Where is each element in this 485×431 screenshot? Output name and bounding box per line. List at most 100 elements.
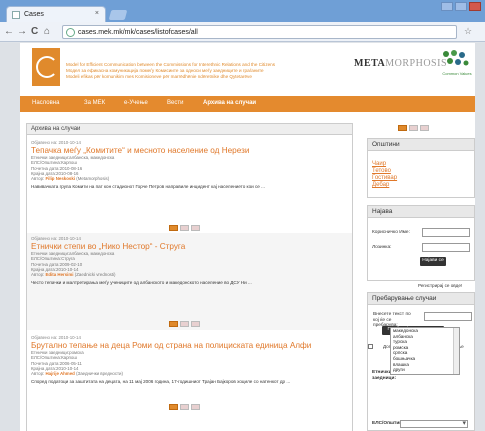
case-author-line: Автор: Filip Neskoski (Metamorphosis) [31,176,348,181]
case-pager [169,225,200,231]
browser-tab-bar: Cases × [0,0,485,22]
case-author-org: (Заеднички вредности) [76,371,123,377]
mek-logo[interactable] [32,48,60,86]
case-author-line: Автор: Edita Hersimi (Zaednicki vrednost… [31,272,348,277]
case-author-line: Автор: Hajrije Ahmed (Заеднички вредност… [31,371,348,376]
page: Model for Efficient Communication betwee… [0,43,485,431]
case-description: Често тепачки и малтретирања меѓу учениц… [31,280,252,286]
municipality-link[interactable]: Дебар [368,182,474,189]
case-date: Објавено на: 2010-10-14 [31,140,81,145]
main-content: Архива на случаи Објавено на: 2010-10-14… [20,112,475,431]
archive-heading: Архива на случаи [27,124,352,135]
municipality-link[interactable]: Чаир [368,161,474,168]
site-banner: Model for Efficient Communication betwee… [20,43,475,96]
metamorphosis-logo[interactable]: METAMORPHOSIS [354,58,447,69]
case-title[interactable]: Етнички степи во „Нико Нестор“ - Струга [31,242,348,251]
menu-elearning[interactable]: е-Учење [124,100,148,106]
case-author-org: (Metamorphosis) [76,176,110,182]
case-item: Објавено на: 2010-10-14 Брутално тепање … [27,332,352,427]
forward-arrow-icon[interactable]: → [17,26,27,37]
main-menu: Насловна За МЕК е-Учење Вести Архива на … [20,96,475,112]
case-author-label: Автор: [31,176,45,182]
ethnic-communities-listbox[interactable]: македонска албанска турска ромска српска… [390,327,460,375]
case-item: Објавено на: 2010-10-14 Етнички степи во… [27,233,352,330]
new-tab-button[interactable] [108,10,128,20]
back-arrow-icon[interactable]: ← [4,26,14,37]
page-dot[interactable] [420,125,429,131]
case-author[interactable]: Edita Hersimi [45,272,73,277]
home-icon[interactable]: ⌂ [44,26,50,37]
site-tagline: Model for Efficient Communication betwee… [66,62,346,80]
password-input[interactable] [422,243,470,252]
case-author-label: Автор: [31,371,45,377]
page-dot[interactable] [180,321,189,327]
case-meta: Етнички заедници:албанска, македонска ЕЛ… [31,155,348,181]
page-dot[interactable] [191,321,200,327]
close-icon[interactable]: × [95,10,99,17]
page-dot[interactable] [191,404,200,410]
case-title[interactable]: Тепачка меѓу „Комитите“ и месното населе… [31,146,348,155]
page-dot[interactable] [409,125,418,131]
page-dot[interactable] [180,404,189,410]
url-input[interactable]: cases.mek.mk/mk/cases/listofcases/all [62,25,457,39]
case-author[interactable]: Filip Neskoski [45,176,75,181]
bookmark-star-icon[interactable]: ☆ [464,26,472,37]
globe-icon [66,28,75,37]
tagline-sq: Modeli efikas për komunikim mes Komision… [66,74,252,79]
search-input[interactable] [424,312,472,321]
register-link[interactable]: Регистрирај се овде! [418,283,462,288]
login-box: Најава Корисничко Име: Лозинка: Најави с… [367,205,475,281]
menu-case-archive[interactable]: Архива на случаи [203,100,256,106]
case-description: Според податоци за заштитата на децата, … [31,379,291,385]
username-label: Корисничко Име: [372,230,410,235]
case-author[interactable]: Hajrije Ahmed [45,371,74,376]
browser-tab[interactable]: Cases × [6,6,106,22]
listbox-scrollbar[interactable] [453,328,459,374]
case-author-org: (Zaednicki vrednosti) [74,272,116,278]
case-item: Објавено на: 2010-10-14 Тепачка меѓу „Ко… [27,137,352,232]
municipality-select[interactable] [400,419,468,428]
address-toolbar: ← → C ⌂ cases.mek.mk/mk/cases/listofcase… [0,22,485,42]
case-author-label: Автор: [31,272,45,278]
municipalities-heading: Општини [368,139,474,151]
municipality-list: Чаир Тетово Гостивар Дебар [368,151,474,189]
maximize-button[interactable] [455,2,467,11]
minimize-button[interactable] [441,2,453,11]
page-dot[interactable] [191,225,200,231]
menu-news[interactable]: Вести [167,100,183,106]
page-dot-active[interactable] [169,404,178,410]
municipality-link[interactable]: Тетово [368,168,474,175]
menu-home[interactable]: Насловна [32,100,59,106]
case-title[interactable]: Брутално тепање на деца Роми од страна н… [31,341,348,350]
close-window-button[interactable] [469,2,481,11]
case-archive: Архива на случаи Објавено на: 2010-10-14… [26,123,353,431]
common-values-text: Common Values [442,71,472,76]
meta-logo-light: MORPHOSIS [385,58,448,69]
page-icon [12,11,20,19]
municipality-link[interactable]: Гостивар [368,175,474,182]
listbox-option[interactable]: други [391,367,459,373]
page-dot-active[interactable] [169,321,178,327]
search-heading: Пребарување случаи [368,293,474,305]
menu-about[interactable]: За МЕК [84,100,105,106]
case-meta: Етнички заедници:ромска ЕЛС/Општина:Карп… [31,350,348,376]
window-controls [441,2,481,12]
login-button[interactable]: Најави се [420,257,446,266]
username-input[interactable] [422,228,470,237]
tab-title: Cases [24,11,44,18]
case-description: Навивачката група Комити на пат кон стад… [31,184,265,190]
meta-logo-bold: META [354,58,386,69]
sidebar-pager [398,125,429,131]
case-meta: Етнички заедници:албанска, македонска ЕЛ… [31,251,348,277]
page-dot-active[interactable] [169,225,178,231]
case-pager [169,321,200,327]
common-values-logo[interactable] [440,49,470,69]
page-dot[interactable] [180,225,189,231]
municipalities-box: Општини Чаир Тетово Гостивар Дебар [367,138,475,198]
url-text: cases.mek.mk/mk/cases/listofcases/all [78,29,198,36]
page-dot-active[interactable] [398,125,407,131]
reload-icon[interactable]: C [31,26,38,37]
advanced-options-checkbox[interactable] [368,344,373,349]
password-label: Лозинка: [372,245,392,250]
case-pager [169,404,200,410]
